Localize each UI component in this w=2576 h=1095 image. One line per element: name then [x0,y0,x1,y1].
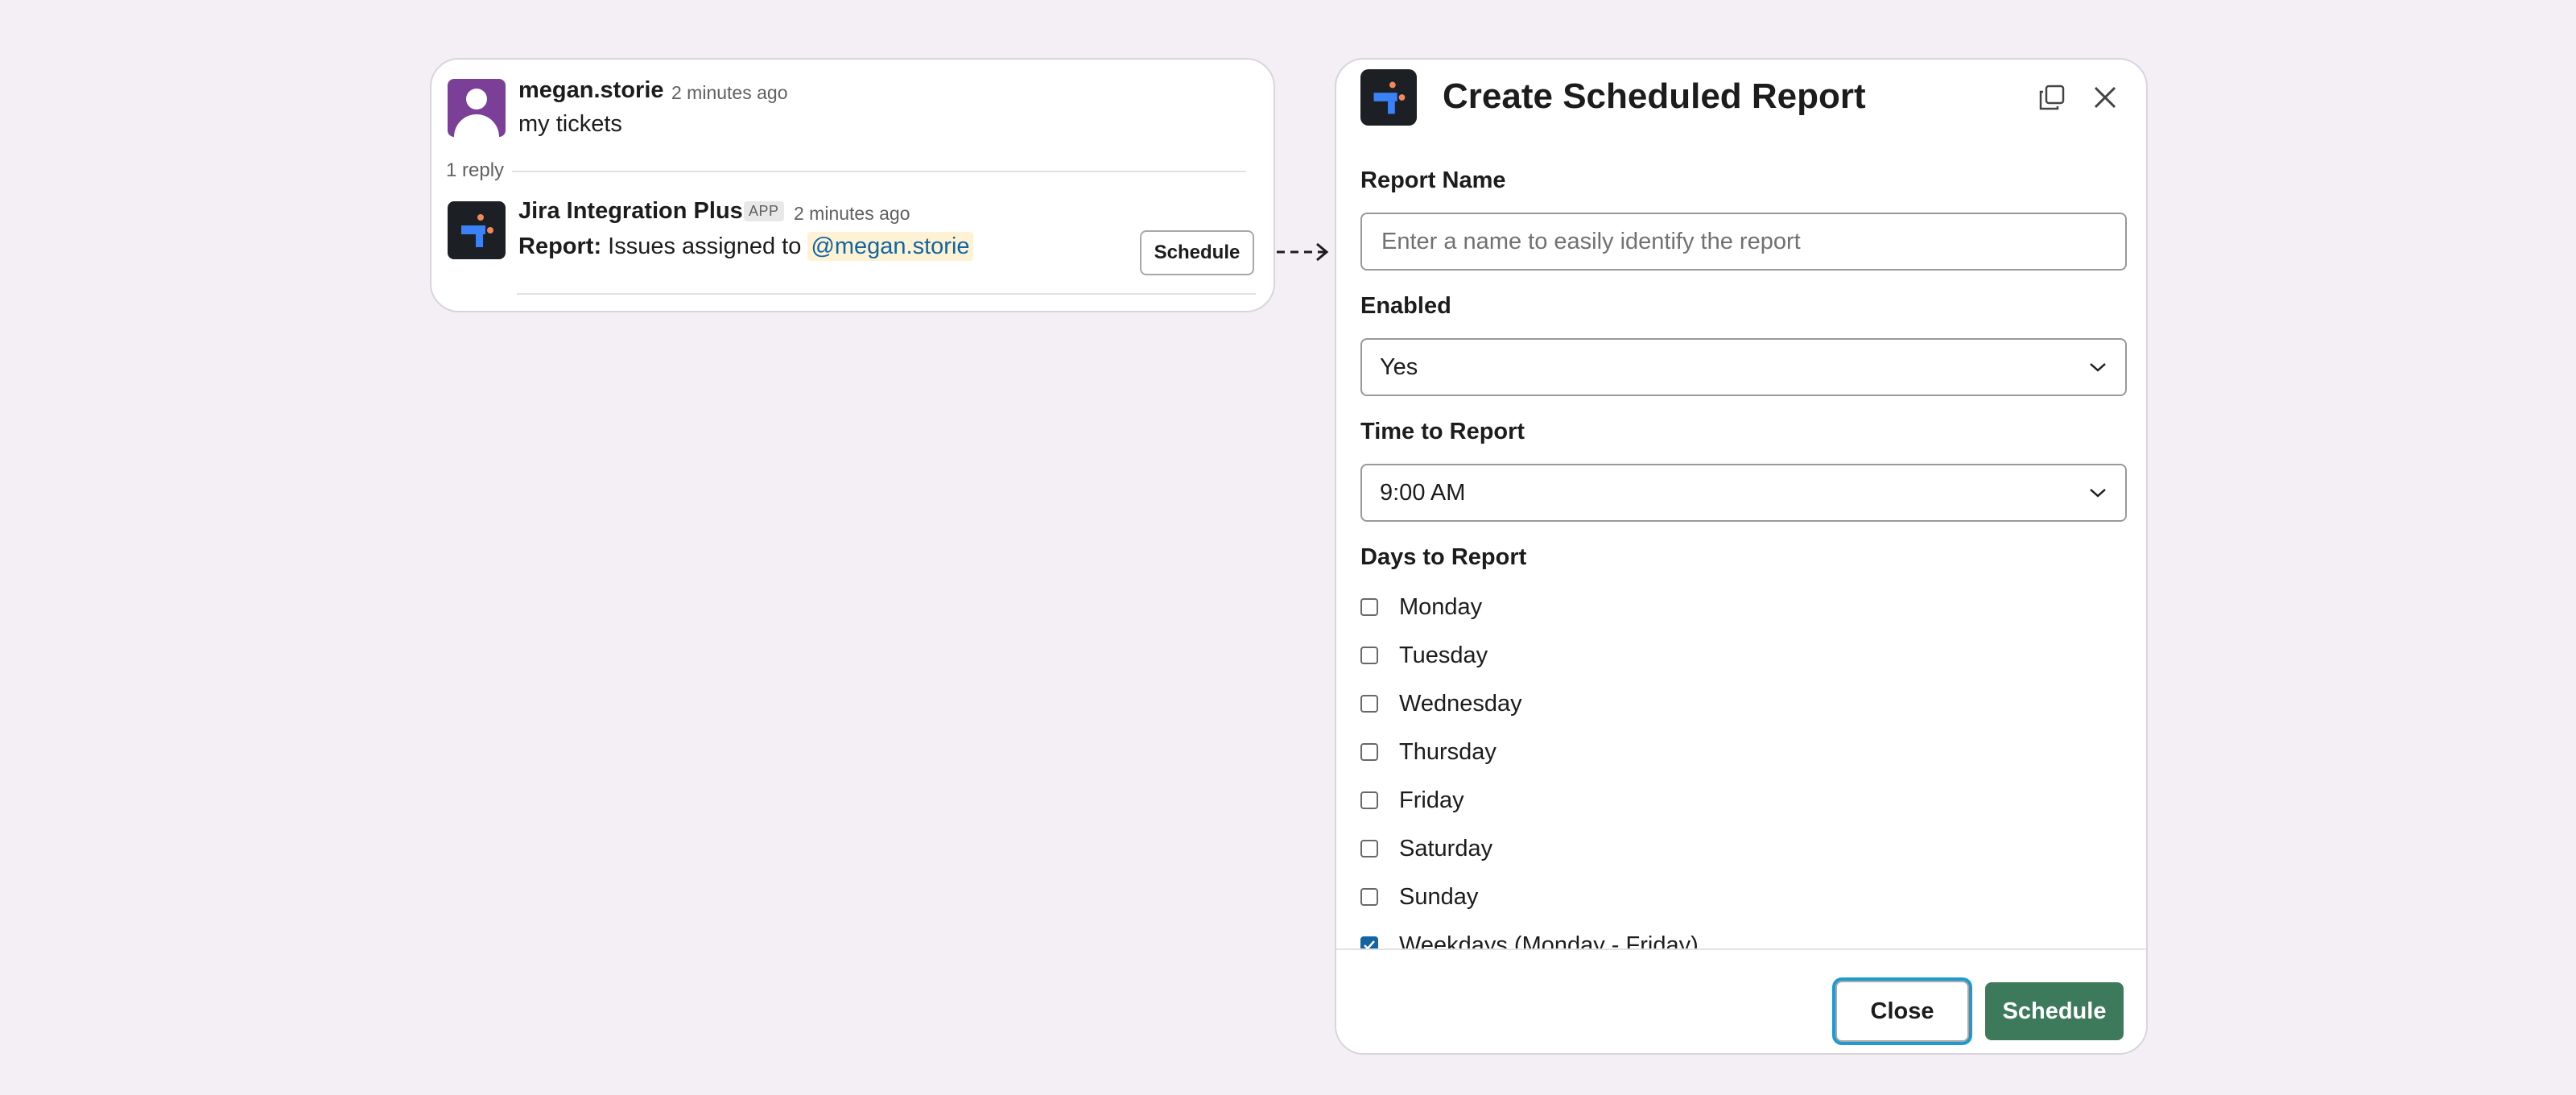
day-option-label: Monday [1399,593,1483,620]
enabled-label: Enabled [1360,293,1451,319]
checkbox[interactable] [1360,840,1378,857]
checkbox[interactable] [1360,888,1378,906]
user-avatar-icon[interactable] [448,79,506,137]
modal-footer: Close Schedule [1336,948,2146,1053]
day-option-friday[interactable]: Friday [1360,784,1464,816]
day-option-label: Wednesday [1399,690,1522,717]
checkbox[interactable] [1360,791,1378,809]
checkbox[interactable] [1360,598,1378,616]
message-text: my tickets [518,111,622,137]
day-option-label: Weekdays (Monday - Friday) [1399,932,1699,949]
day-option-label: Friday [1399,787,1464,813]
dashed-arrow-icon [1277,242,1329,262]
create-scheduled-report-modal: Create Scheduled Report Report Name Enab… [1335,58,2148,1055]
schedule-button[interactable]: Schedule [1985,982,2124,1040]
time-to-report-select[interactable]: 9:00 AM [1360,464,2127,522]
app-name[interactable]: Jira Integration Plus [518,198,743,225]
checkmark-icon [1364,940,1375,948]
day-option-label: Thursday [1399,738,1496,765]
app-badge: APP [744,201,784,221]
day-option-saturday[interactable]: Saturday [1360,833,1492,865]
day-option-monday[interactable]: Monday [1360,591,1482,623]
days-to-report-label: Days to Report [1360,544,1527,570]
report-label: Report: [518,233,602,259]
report-name-label: Report Name [1360,167,1506,193]
checkbox-checked[interactable] [1360,936,1378,948]
day-option-label: Saturday [1399,835,1493,862]
report-line: Report: Issues assigned to @megan.storie [518,232,973,261]
modal-title: Create Scheduled Report [1443,76,1866,116]
message-schedule-button[interactable]: Schedule [1140,230,1254,275]
enabled-select[interactable]: Yes [1360,338,2127,396]
chevron-down-icon [2090,363,2106,372]
checkbox[interactable] [1360,647,1378,664]
day-option-weekdays[interactable]: Weekdays (Monday - Friday) [1360,929,1699,948]
close-icon[interactable] [2087,79,2124,116]
app-logo-icon[interactable] [448,201,506,259]
reply-timestamp[interactable]: 2 minutes ago [794,203,910,225]
report-name-input[interactable] [1360,213,2127,271]
time-select-value: 9:00 AM [1380,479,1466,506]
bottom-divider [517,293,1256,295]
reply-count-link[interactable]: 1 reply [446,159,504,182]
day-option-tuesday[interactable]: Tuesday [1360,639,1488,671]
day-option-thursday[interactable]: Thursday [1360,736,1496,768]
modal-scroll-area[interactable]: Create Scheduled Report Report Name Enab… [1336,60,2146,948]
day-option-sunday[interactable]: Sunday [1360,881,1478,913]
thread-message-card: megan.storie 2 minutes ago my tickets 1 … [430,58,1275,312]
app-logo-icon [1360,69,1417,126]
checkbox[interactable] [1360,743,1378,761]
expand-window-icon[interactable] [2033,79,2070,116]
message-timestamp[interactable]: 2 minutes ago [671,82,787,104]
message-author[interactable]: megan.storie [518,77,664,104]
chevron-down-icon [2090,489,2106,498]
report-text: Issues assigned to [608,233,802,259]
day-option-wednesday[interactable]: Wednesday [1360,688,1522,720]
checkbox[interactable] [1360,695,1378,713]
close-button[interactable]: Close [1835,981,1969,1042]
day-option-label: Tuesday [1399,642,1488,668]
user-mention[interactable]: @megan.storie [807,232,973,261]
enabled-select-value: Yes [1380,353,1418,380]
time-to-report-label: Time to Report [1360,419,1525,444]
reply-divider [512,171,1246,172]
day-option-label: Sunday [1399,883,1479,910]
